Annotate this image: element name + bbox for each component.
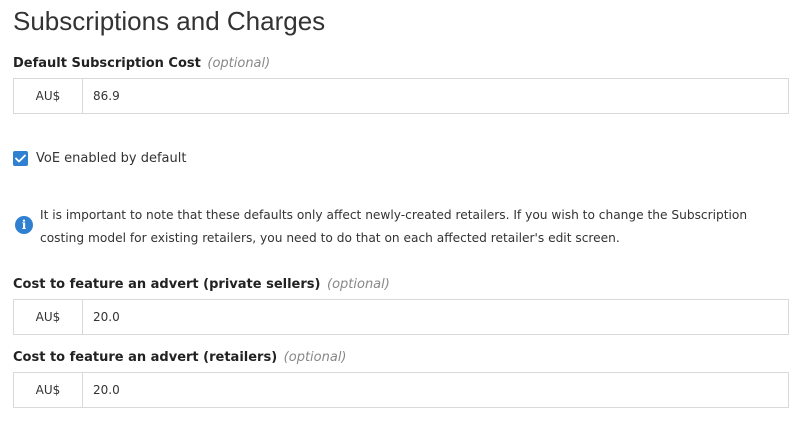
advert-private-sellers-input[interactable] bbox=[83, 300, 788, 334]
advert-retailers-input[interactable] bbox=[83, 373, 788, 407]
section-title: Subscriptions and Charges bbox=[13, 6, 326, 36]
optional-hint: (optional) bbox=[327, 277, 390, 292]
optional-hint: (optional) bbox=[283, 350, 347, 365]
default-subscription-cost-group: AU$ bbox=[13, 78, 789, 114]
info-icon: i bbox=[15, 216, 33, 234]
currency-prefix: AU$ bbox=[14, 300, 83, 334]
default-subscription-cost-label: Default Subscription Cost (optional) bbox=[13, 56, 270, 71]
default-subscription-cost-label-text: Default Subscription Cost bbox=[13, 56, 201, 71]
optional-hint: (optional) bbox=[207, 56, 271, 71]
advert-retailers-label-text: Cost to feature an advert (retailers) bbox=[13, 350, 278, 365]
checkmark-icon bbox=[15, 154, 26, 163]
advert-private-sellers-label: Cost to feature an advert (private selle… bbox=[13, 277, 390, 292]
voe-enabled-label: VoE enabled by default bbox=[36, 151, 187, 166]
advert-private-sellers-label-text: Cost to feature an advert (private selle… bbox=[13, 277, 321, 292]
info-text: It is important to note that these defau… bbox=[40, 208, 748, 245]
advert-private-sellers-group: AU$ bbox=[13, 299, 789, 335]
currency-prefix: AU$ bbox=[14, 373, 83, 407]
advert-retailers-group: AU$ bbox=[13, 372, 789, 408]
voe-enabled-checkbox-row[interactable]: VoE enabled by default bbox=[13, 151, 186, 166]
default-subscription-cost-input[interactable] bbox=[83, 79, 788, 113]
currency-prefix: AU$ bbox=[14, 79, 83, 113]
advert-retailers-label: Cost to feature an advert (retailers) (o… bbox=[13, 350, 347, 365]
voe-enabled-checkbox[interactable] bbox=[13, 151, 28, 166]
